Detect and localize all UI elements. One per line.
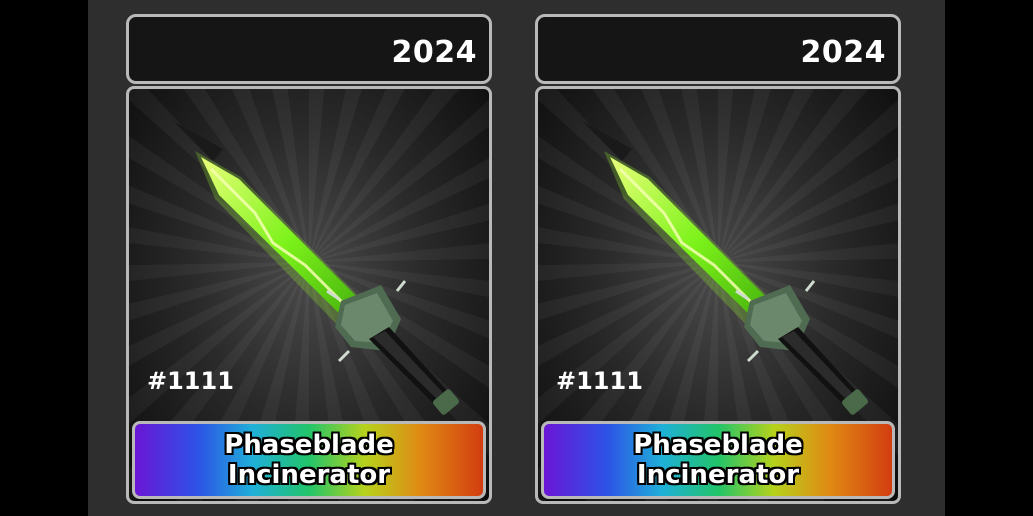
serial-number: #1111 xyxy=(147,367,234,395)
item-name-banner: Phaseblade Incinerator xyxy=(132,421,486,499)
item-card[interactable]: 2024 #1111 Phaseblade Incinerator xyxy=(535,14,903,504)
item-name-line1: Phaseblade xyxy=(224,430,394,460)
item-name-banner: Phaseblade Incinerator xyxy=(541,421,895,499)
year-header: 2024 xyxy=(535,14,901,84)
item-name-line2: Incinerator xyxy=(636,460,800,490)
year-label: 2024 xyxy=(800,35,886,70)
item-name-line2: Incinerator xyxy=(227,460,391,490)
item-card[interactable]: 2024 #1111 Phaseblade Incinerator xyxy=(126,14,494,504)
year-label: 2024 xyxy=(391,35,477,70)
item-preview-panel: #1111 Phaseblade Incinerator xyxy=(126,86,492,504)
serial-number: #1111 xyxy=(556,367,643,395)
item-preview-panel: #1111 Phaseblade Incinerator xyxy=(535,86,901,504)
year-header: 2024 xyxy=(126,14,492,84)
item-name-line1: Phaseblade xyxy=(633,430,803,460)
